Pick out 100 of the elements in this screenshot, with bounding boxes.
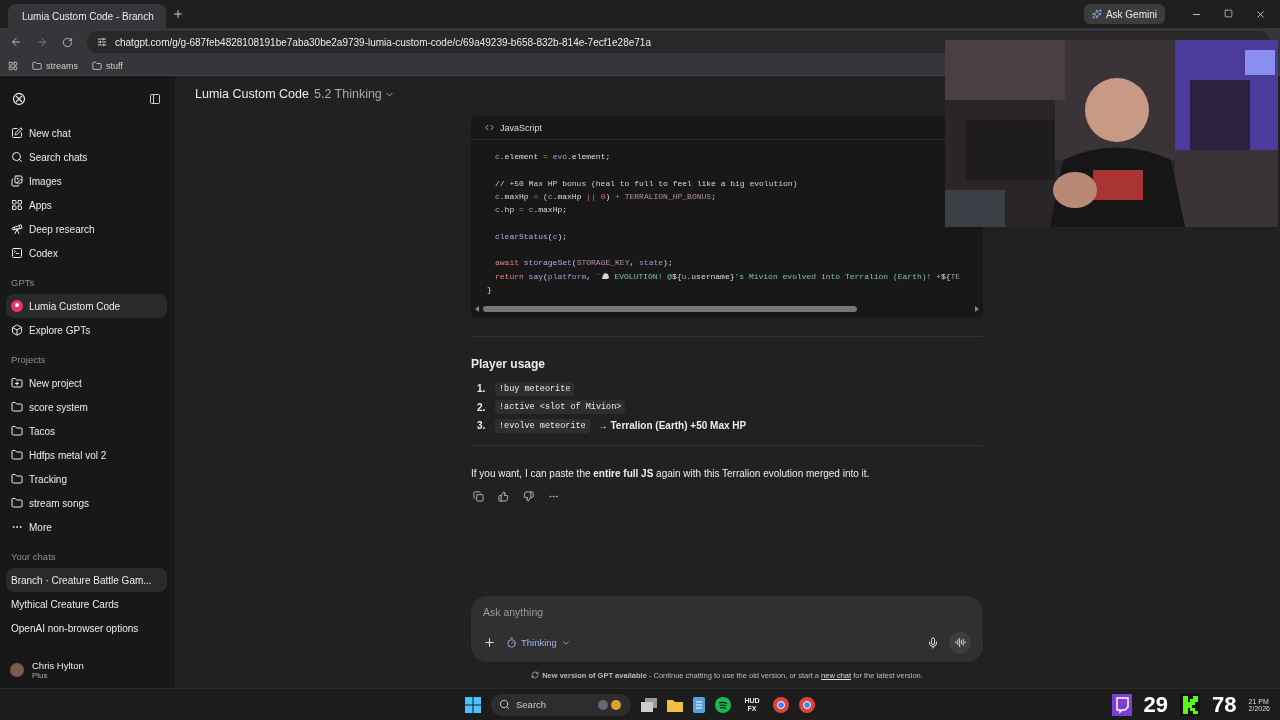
section-heading: GPTs bbox=[10, 276, 36, 290]
nav-item[interactable]: Apps bbox=[6, 193, 167, 217]
browser-tab[interactable]: Lumia Custom Code - Branch bbox=[8, 4, 166, 28]
composer[interactable]: Ask anything Thinking bbox=[471, 595, 983, 662]
apps-grid-icon[interactable] bbox=[8, 60, 18, 71]
folder-icon bbox=[11, 497, 23, 509]
search-icon bbox=[499, 699, 510, 710]
inline-code: !evolve meteorite bbox=[495, 418, 590, 433]
bookmark[interactable]: streams bbox=[46, 60, 78, 71]
grid-icon bbox=[11, 199, 23, 211]
message-text: If you want, I can paste the entire full JS again with this Terralion evolution merged into it. bbox=[471, 467, 871, 479]
code-line: // +50 Max HP bonus (heal to full to feel like a big evolution) bbox=[494, 177, 799, 190]
folder-icon[interactable] bbox=[92, 60, 102, 71]
widget-icon[interactable] bbox=[597, 698, 623, 711]
twitch-icon bbox=[1111, 694, 1132, 716]
code-line: c.hp = c.maxHp; bbox=[494, 204, 569, 217]
code-line: return say(platform, ` EVOLUTION! @${u.username}'s Mivion evolved into Terralion (Earth)! +${TE bbox=[494, 270, 962, 283]
model-selector[interactable]: 5.2 Thinking bbox=[313, 87, 395, 101]
copy-icon[interactable] bbox=[473, 490, 484, 502]
nav-item[interactable]: Codex bbox=[6, 241, 167, 265]
section-heading: Player usage bbox=[471, 357, 547, 372]
user-plan: Plus bbox=[32, 671, 49, 680]
windows-icon[interactable] bbox=[465, 696, 481, 713]
folder-icon[interactable] bbox=[667, 697, 683, 712]
project-item[interactable]: Hdfps metal vol 2 bbox=[6, 443, 167, 467]
folder-plus-icon bbox=[11, 377, 23, 389]
code-icon bbox=[485, 123, 494, 132]
pin-icon bbox=[11, 300, 23, 312]
microphone-icon[interactable] bbox=[927, 636, 939, 649]
nav-item[interactable]: New chat bbox=[6, 121, 167, 145]
counter: 29 bbox=[1143, 692, 1169, 718]
ask-gemini-button[interactable]: Ask Gemini bbox=[1083, 4, 1165, 24]
new-chat-icon bbox=[11, 127, 23, 139]
nav-item[interactable]: Images bbox=[6, 169, 167, 193]
folder-icon bbox=[11, 401, 23, 413]
section-heading: Your chats bbox=[10, 550, 57, 564]
thumbs-up-icon[interactable] bbox=[498, 490, 509, 502]
folder-icon bbox=[11, 425, 23, 437]
telescope-icon bbox=[11, 223, 23, 235]
chat-title: Lumia Custom Code bbox=[195, 87, 309, 101]
thinking-mode-button[interactable]: Thinking bbox=[506, 637, 571, 649]
add-icon[interactable] bbox=[483, 636, 496, 650]
code-line: } bbox=[487, 283, 493, 296]
list-number: 1. bbox=[477, 383, 487, 394]
cube-icon bbox=[11, 324, 23, 336]
notepad-icon[interactable] bbox=[693, 696, 705, 713]
code-line: await storageSet(STORAGE_KEY, state); bbox=[494, 257, 674, 270]
search-icon bbox=[11, 151, 23, 163]
avatar[interactable] bbox=[10, 663, 24, 677]
gpt-item[interactable]: Explore GPTs bbox=[6, 318, 167, 342]
code-line: c.element = evo.element; bbox=[494, 151, 612, 163]
windows-stack-icon[interactable] bbox=[641, 697, 657, 712]
terminal-icon bbox=[11, 247, 23, 259]
chat-item[interactable]: Branch · Creature Battle Gam... bbox=[6, 568, 167, 592]
message-input[interactable]: Ask anything bbox=[483, 605, 971, 618]
maximize-icon[interactable] bbox=[1224, 8, 1233, 18]
new-tab-icon[interactable] bbox=[172, 8, 184, 20]
section-heading: Projects bbox=[10, 353, 47, 367]
browser-icon[interactable] bbox=[773, 696, 789, 713]
project-item[interactable]: score system bbox=[6, 395, 167, 419]
nav-item[interactable]: Deep research bbox=[6, 217, 167, 241]
sparkle-icon bbox=[1091, 9, 1102, 19]
refresh-icon bbox=[531, 670, 540, 679]
list-number: 2. bbox=[477, 401, 487, 413]
chat-item[interactable]: OpenAI non-browser options bbox=[6, 616, 167, 640]
folder-icon bbox=[11, 473, 23, 485]
back-icon[interactable] bbox=[10, 36, 22, 48]
close-icon[interactable] bbox=[1255, 8, 1266, 20]
project-item[interactable]: More bbox=[6, 515, 167, 539]
project-item[interactable]: stream songs bbox=[6, 491, 167, 515]
inline-code: !buy meteorite bbox=[495, 381, 575, 396]
inline-code: !active <slot of Mivion> bbox=[495, 400, 626, 414]
logo-icon[interactable] bbox=[12, 92, 26, 106]
timer-icon bbox=[506, 637, 517, 649]
gpt-item[interactable]: Lumia Custom Code bbox=[6, 294, 167, 318]
project-item[interactable]: Tracking bbox=[6, 467, 167, 491]
browser-icon[interactable] bbox=[799, 696, 815, 713]
bookmark[interactable]: stuff bbox=[106, 60, 123, 71]
folder-icon[interactable] bbox=[32, 60, 42, 71]
taskbar-search[interactable]: Search bbox=[491, 693, 631, 716]
reload-icon[interactable] bbox=[62, 36, 73, 48]
step-result: → Terralion (Earth) +50 Max HP bbox=[597, 420, 747, 431]
rock-icon bbox=[600, 271, 610, 280]
project-item[interactable]: New project bbox=[6, 371, 167, 395]
list-number: 3. bbox=[477, 420, 487, 431]
nav-item[interactable]: Search chats bbox=[6, 145, 167, 169]
site-settings-icon[interactable] bbox=[97, 37, 107, 47]
code-language: JavaScript bbox=[500, 122, 543, 133]
user-name: Chris Hylton bbox=[32, 660, 84, 671]
chat-item[interactable]: Mythical Creature Cards bbox=[6, 592, 167, 616]
voice-button[interactable] bbox=[949, 631, 971, 654]
code-line: c.maxHp = (c.maxHp || 0) + TERRALION_HP_BONUS; bbox=[494, 190, 717, 203]
project-item[interactable]: Tacos bbox=[6, 419, 167, 443]
counter: 78 bbox=[1212, 692, 1237, 718]
kick-icon bbox=[1180, 694, 1201, 716]
music-app-icon[interactable] bbox=[715, 696, 731, 713]
sidebar-toggle-icon[interactable] bbox=[149, 93, 161, 105]
code-line: clearStatus(c); bbox=[494, 230, 569, 243]
folder-icon bbox=[11, 449, 23, 461]
thumbs-down-icon[interactable] bbox=[523, 490, 534, 502]
